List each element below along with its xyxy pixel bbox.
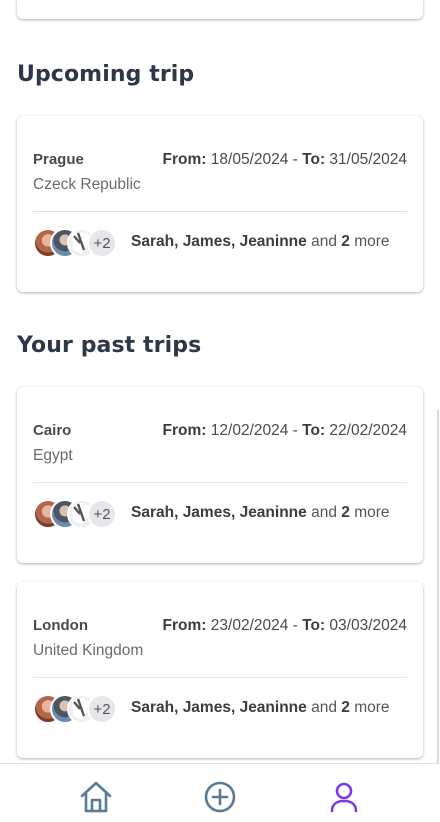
traveler-avatars[interactable]: +2 [33,228,119,258]
from-date: 18/05/2024 [210,151,289,168]
and-text: and [311,233,337,250]
more-avatars-badge: +2 [87,499,117,529]
plus-circle-icon [204,781,236,813]
date-separator: - [292,151,298,168]
traveler-avatars[interactable]: +2 [33,694,119,724]
from-label: From: [162,151,207,168]
date-separator: - [292,422,298,439]
trips-scroll-area[interactable]: Upcoming trip Prague Czeck Republic From… [0,0,440,763]
home-nav-button[interactable] [79,780,113,814]
trip-dates: From: 23/02/2024 - To: 03/03/2024 [163,617,407,635]
trip-city: London [33,617,88,634]
traveler-names-list: Sarah, James, Jeaninne [131,699,307,716]
trip-card-past[interactable]: Cairo Egypt From: 12/02/2024 - To: 22/02… [17,387,423,563]
traveler-names: Sarah, James, Jeaninne and 2 more [131,699,390,717]
trip-city: Prague [33,151,84,168]
more-count: 2 [341,504,350,521]
more-text: more [354,504,390,521]
trip-card-past[interactable]: London United Kingdom From: 23/02/2024 -… [17,582,423,758]
from-date: 12/02/2024 [210,422,289,439]
past-trips-title: Your past trips [17,333,202,358]
home-icon [80,781,112,813]
from-label: From: [162,422,207,439]
trip-card-upcoming[interactable]: Prague Czeck Republic From: 18/05/2024 -… [17,116,423,292]
from-label: From: [162,617,207,634]
previous-card[interactable] [17,0,423,19]
and-text: and [311,699,337,716]
trip-dates: From: 12/02/2024 - To: 22/02/2024 [163,422,407,440]
traveler-names-list: Sarah, James, Jeaninne [131,504,307,521]
more-text: more [354,699,390,716]
trip-country: Czeck Republic [33,176,141,193]
divider [33,211,407,212]
scrollbar[interactable] [437,410,439,763]
upcoming-trip-title: Upcoming trip [17,62,195,87]
to-date: 31/05/2024 [329,151,407,168]
from-date: 23/02/2024 [210,617,289,634]
more-text: more [354,233,390,250]
profile-nav-button[interactable] [327,780,361,814]
and-text: and [311,504,337,521]
traveler-names: Sarah, James, Jeaninne and 2 more [131,504,390,522]
add-trip-nav-button[interactable] [203,780,237,814]
more-count: 2 [341,699,350,716]
trip-city: Cairo [33,422,72,439]
traveler-names-list: Sarah, James, Jeaninne [131,233,307,250]
divider [33,482,407,483]
trip-country: Egypt [33,447,73,464]
to-label: To: [302,151,326,168]
to-date: 22/02/2024 [329,422,407,439]
more-avatars-badge: +2 [87,228,117,258]
user-icon [330,782,358,813]
trip-dates: From: 18/05/2024 - To: 31/05/2024 [163,151,407,169]
to-label: To: [302,422,326,439]
date-separator: - [292,617,298,634]
traveler-avatars[interactable]: +2 [33,499,119,529]
trip-country: United Kingdom [33,642,144,659]
more-avatars-badge: +2 [87,694,117,724]
to-label: To: [302,617,326,634]
more-count: 2 [341,233,350,250]
traveler-names: Sarah, James, Jeaninne and 2 more [131,233,390,251]
to-date: 03/03/2024 [329,617,407,634]
divider [33,677,407,678]
bottom-navigation [0,763,440,822]
